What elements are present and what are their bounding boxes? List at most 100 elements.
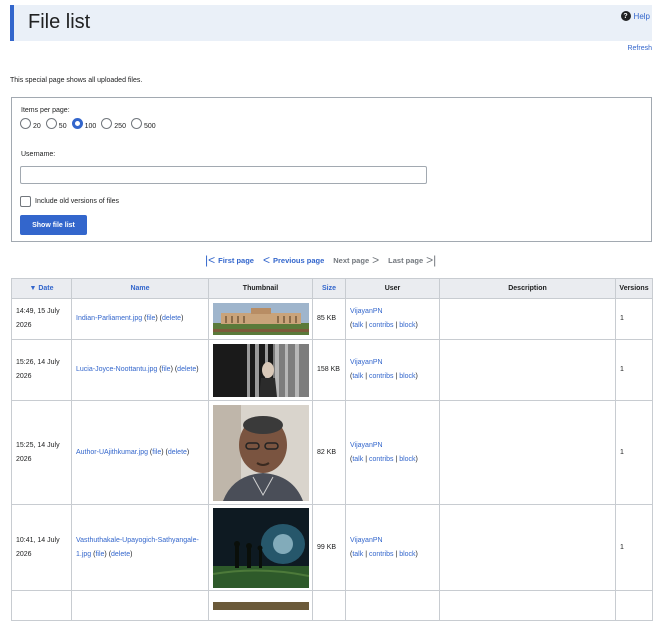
file-link[interactable]: file bbox=[152, 449, 161, 456]
contribs-link[interactable]: contribs bbox=[369, 322, 394, 329]
file-link[interactable]: file bbox=[146, 315, 155, 322]
name-cell: Vasthuthakale-Upayogich-Sathyangale-1.jp… bbox=[71, 504, 209, 591]
old-versions-label: Include old versions of files bbox=[35, 198, 120, 205]
chevron-left-icon: < bbox=[262, 253, 270, 267]
name-cell: Author-UAjithkumar.jpg (file) (delete) bbox=[71, 400, 209, 505]
refresh-link[interactable]: Refresh bbox=[627, 45, 652, 52]
thumbnail-lucia-joyce[interactable] bbox=[212, 343, 309, 397]
date-cell: 15:25, 14 July 2026 bbox=[11, 400, 72, 505]
last-page-link: Last page >| bbox=[388, 253, 436, 267]
file-link[interactable]: file bbox=[95, 551, 104, 558]
radio-option-500[interactable]: 500 bbox=[130, 118, 156, 130]
file-name-link[interactable]: Indian-Parliament.jpg bbox=[76, 315, 142, 322]
description-cell bbox=[439, 298, 616, 340]
radio-option-100[interactable]: 100 bbox=[71, 118, 96, 130]
show-file-list-button[interactable]: Show file list bbox=[20, 215, 87, 235]
radio-button[interactable] bbox=[45, 118, 57, 129]
date-cell: 14:49, 15 July 2026 bbox=[11, 298, 72, 340]
user-link[interactable]: VijayanPN bbox=[350, 442, 383, 449]
radio-option-50[interactable]: 50 bbox=[45, 118, 67, 130]
file-name-link[interactable]: Lucia-Joyce-Noottantu.jpg bbox=[76, 366, 157, 373]
old-versions-checkbox[interactable] bbox=[20, 196, 31, 207]
old-versions-option[interactable]: Include old versions of files bbox=[20, 196, 119, 207]
size-cell: 85 KB bbox=[312, 298, 346, 340]
date-cell: 15:26, 14 July 2026 bbox=[11, 339, 72, 401]
chevron-right-icon: > bbox=[372, 253, 380, 267]
column-header-user: User bbox=[345, 278, 440, 299]
file-link[interactable]: file bbox=[162, 366, 171, 373]
talk-link[interactable]: talk bbox=[352, 373, 363, 380]
contribs-link[interactable]: contribs bbox=[369, 373, 394, 380]
thumbnail-partial bbox=[212, 601, 309, 610]
file-name-link[interactable]: Author-UAjithkumar.jpg bbox=[76, 449, 148, 456]
pagination: |< First page < Previous page Next page … bbox=[205, 253, 445, 267]
talk-link[interactable]: talk bbox=[352, 551, 363, 558]
column-header-description: Description bbox=[439, 278, 616, 299]
username-input[interactable] bbox=[20, 166, 427, 184]
first-page-link[interactable]: |< First page bbox=[205, 253, 254, 267]
help-icon: ? bbox=[620, 11, 631, 21]
talk-link[interactable]: talk bbox=[352, 322, 363, 329]
table-header-row: ▼ Date Name Thumbnail Size User Descript… bbox=[11, 278, 653, 299]
user-link[interactable]: VijayanPN bbox=[350, 308, 383, 315]
delete-link[interactable]: delete bbox=[168, 449, 187, 456]
column-header-date[interactable]: ▼ Date bbox=[11, 278, 72, 299]
block-link[interactable]: block bbox=[399, 456, 415, 463]
column-header-name[interactable]: Name bbox=[71, 278, 209, 299]
talk-link[interactable]: talk bbox=[352, 456, 363, 463]
radio-button[interactable] bbox=[101, 118, 113, 129]
file-list-table: ▼ Date Name Thumbnail Size User Descript… bbox=[11, 278, 653, 621]
delete-link[interactable]: delete bbox=[111, 551, 130, 558]
column-header-size[interactable]: Size bbox=[312, 278, 346, 299]
radio-button[interactable] bbox=[20, 118, 31, 129]
thumbnail-author-portrait[interactable] bbox=[212, 404, 309, 501]
user-cell: VijayanPN (talk | contribs | block) bbox=[345, 504, 440, 591]
user-cell: VijayanPN (talk | contribs | block) bbox=[345, 298, 440, 340]
delete-link[interactable]: delete bbox=[177, 366, 196, 373]
block-link[interactable]: block bbox=[399, 551, 415, 558]
contribs-link[interactable]: contribs bbox=[369, 456, 394, 463]
versions-cell: 1 bbox=[615, 298, 653, 340]
first-page-label: First page bbox=[218, 255, 254, 265]
previous-page-link[interactable]: < Previous page bbox=[263, 253, 324, 267]
help-link[interactable]: ? Help bbox=[620, 11, 650, 21]
contribs-link[interactable]: contribs bbox=[369, 551, 394, 558]
delete-link[interactable]: delete bbox=[162, 315, 181, 322]
items-per-page-radios: 20 50 100 250 500 bbox=[20, 118, 156, 130]
date-cell: 10:41, 14 July 2026 bbox=[11, 504, 72, 591]
items-per-page-label: Items per page: bbox=[21, 107, 70, 114]
intro-text: This special page shows all uploaded fil… bbox=[10, 77, 143, 84]
radio-button-selected[interactable] bbox=[71, 118, 83, 129]
last-page-icon: >| bbox=[426, 253, 437, 267]
description-cell bbox=[439, 504, 616, 591]
size-cell: 99 KB bbox=[312, 504, 346, 591]
next-page-label: Next page bbox=[333, 255, 370, 265]
size-cell: 158 KB bbox=[312, 339, 346, 401]
page-title: File list bbox=[28, 11, 91, 33]
thumbnail-cell bbox=[208, 298, 313, 340]
user-link[interactable]: VijayanPN bbox=[350, 359, 383, 366]
description-cell bbox=[439, 339, 616, 401]
radio-button[interactable] bbox=[130, 118, 142, 129]
table-row: 10:41, 14 July 2026 Vasthuthakale-Upayog… bbox=[11, 504, 653, 591]
radio-option-20[interactable]: 20 bbox=[20, 118, 41, 130]
name-cell: Lucia-Joyce-Noottantu.jpg (file) (delete… bbox=[71, 339, 209, 401]
table-row: 15:25, 14 July 2026 Author-UAjithkumar.j… bbox=[11, 400, 653, 505]
size-cell: 82 KB bbox=[312, 400, 346, 505]
user-link[interactable]: VijayanPN bbox=[350, 537, 383, 544]
first-page-icon: |< bbox=[205, 253, 216, 267]
block-link[interactable]: block bbox=[399, 322, 415, 329]
user-cell: VijayanPN (talk | contribs | block) bbox=[345, 339, 440, 401]
thumbnail-cell bbox=[208, 339, 313, 401]
page-header: File list bbox=[10, 5, 652, 41]
block-link[interactable]: block bbox=[399, 373, 415, 380]
file-list-form: Items per page: 20 50 100 250 500 Userna… bbox=[11, 97, 652, 242]
radio-option-250[interactable]: 250 bbox=[101, 118, 126, 130]
help-label: Help bbox=[633, 11, 650, 21]
table-row: 14:49, 15 July 2026 Indian-Parliament.jp… bbox=[11, 298, 653, 340]
previous-page-label: Previous page bbox=[272, 255, 325, 265]
column-header-thumbnail: Thumbnail bbox=[208, 278, 313, 299]
thumbnail-parliament[interactable] bbox=[212, 303, 309, 335]
column-header-versions: Versions bbox=[615, 278, 653, 299]
thumbnail-book-cover[interactable] bbox=[212, 507, 309, 588]
